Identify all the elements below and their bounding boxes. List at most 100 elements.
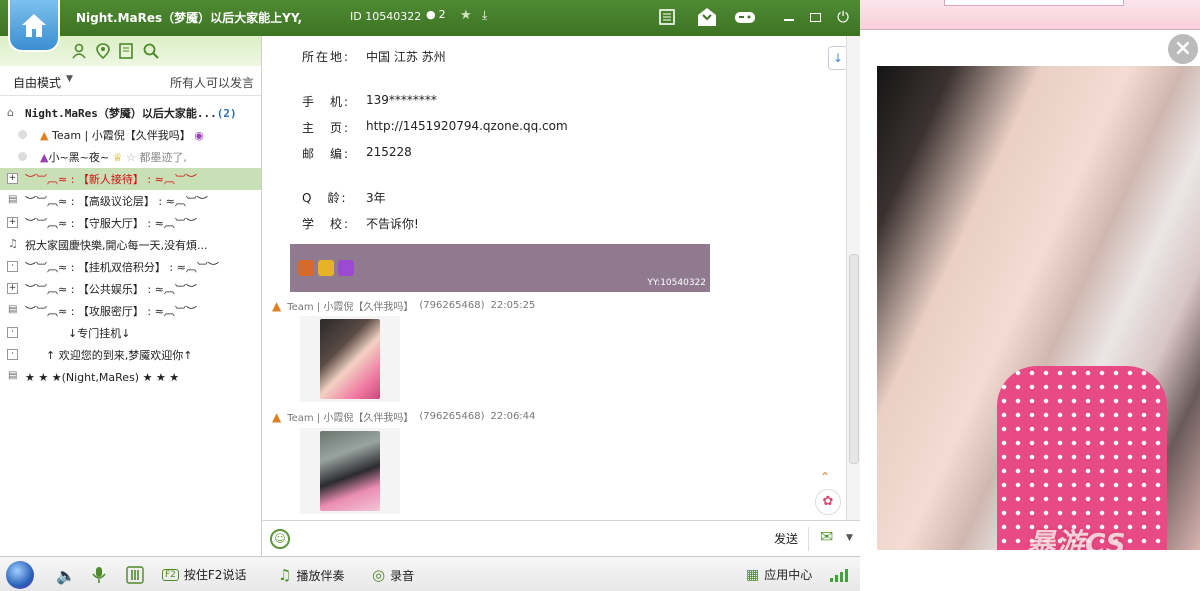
tree-user[interactable]: ▲小~黑~夜~ ♕ ☆ 都墨迹了, [0, 146, 262, 168]
channel-title: Night.MaRes（梦魇）以后大家能上YY, [76, 11, 303, 25]
profile-zip: 邮 编: 215228 [302, 145, 412, 161]
game-button[interactable] [734, 6, 756, 28]
signal-strength-icon [830, 569, 848, 582]
close-icon: × [1173, 36, 1193, 61]
music-note-icon: ♫ [8, 237, 18, 250]
profile-card: 所在地: 中国 江苏 苏州 手 机: 139******** 主 页: http://… [290, 36, 710, 292]
channel-id: ID 10540322 [350, 10, 422, 23]
title-bar: Night.MaRes（梦魇）以后大家能上YY, ID 10540322 ● 2… [0, 0, 860, 52]
crown-icon: ♕ [112, 151, 123, 164]
expand-icon[interactable]: · [7, 261, 18, 272]
yy-logo-button[interactable] [6, 561, 34, 589]
power-icon: ⏻ [837, 8, 849, 26]
tree-root[interactable]: ⌂ Night.MaRes（梦魇）以后大家能...(2) [0, 102, 262, 124]
search-button[interactable] [142, 42, 160, 60]
microphone-icon [92, 567, 106, 583]
chevron-down-icon[interactable]: ▼ [846, 533, 853, 543]
chat-history[interactable]: 所在地: 中国 江苏 苏州 手 机: 139******** 主 页: http://… [262, 36, 846, 520]
expand-icon[interactable]: + [7, 217, 18, 228]
yy-button[interactable] [696, 6, 718, 28]
expand-icon[interactable]: + [7, 283, 18, 294]
play-music-button[interactable]: ♫ 播放伴奏 [278, 566, 344, 584]
star-icon: ★ [460, 8, 472, 23]
equalizer-icon [126, 566, 144, 584]
minimize-button[interactable] [778, 6, 800, 28]
flower-button[interactable]: ✿ [815, 489, 841, 515]
user-icon: ● [426, 8, 436, 21]
notes-button[interactable] [118, 42, 136, 60]
push-to-talk-button[interactable]: F2 按住F2说话 [162, 566, 246, 583]
scrollbar-thumb[interactable] [849, 254, 859, 464]
channel-name: ↓专门挂机↓ [68, 327, 131, 340]
lock-icon: ▤ [8, 194, 18, 205]
home-button[interactable] [8, 0, 60, 52]
photo-thumbnail[interactable] [320, 319, 380, 399]
message-image[interactable] [300, 316, 400, 402]
maximize-button[interactable] [804, 6, 826, 28]
app-center-button[interactable]: ▦ 应用中心 [746, 566, 812, 583]
record-icon: ◎ [372, 566, 386, 584]
members-button[interactable] [70, 42, 88, 60]
speaker-icon: 🔈 [56, 566, 76, 585]
chevron-down-icon[interactable]: ▼ [66, 74, 73, 84]
channel-name: 【高级议论层】 [77, 195, 155, 208]
expand-icon[interactable]: · [7, 327, 18, 338]
profile-location: 所在地: 中国 江苏 苏州 [302, 50, 446, 64]
tree-channel[interactable]: + ︶︺︹≈ : 【守服大厅】 : ≈︹︺︶ [0, 212, 262, 234]
chat-bubble-icon[interactable]: ✉ [820, 527, 833, 546]
download-icon: ⤓ [482, 8, 488, 22]
homepage-link[interactable]: http://1451920794.qzone.qq.com [366, 119, 568, 136]
channel-tree: ⌂ Night.MaRes（梦魇）以后大家能...(2) ▲ Team | 小霞… [0, 102, 262, 388]
equalizer-button[interactable] [126, 566, 144, 584]
tree-channel[interactable]: · ↑ 欢迎您的到来,梦魇欢迎你↑ [0, 344, 262, 366]
tree-channel[interactable]: ▤ ★ ★ ★(Night,MaRes) ★ ★ ★ [0, 366, 262, 388]
mode-select[interactable]: 自由模式 [13, 74, 61, 91]
tree-channel[interactable]: ♫ 祝大家國慶快樂,開心每一天,没有煩... [0, 234, 262, 256]
site-watermark: 暴游CS [1027, 527, 1127, 550]
close-app-button[interactable]: ⏻ [832, 6, 854, 28]
record-button[interactable]: ◎ 录音 [372, 566, 414, 584]
viewer-address-field[interactable] [944, 0, 1124, 6]
channel-name: 【公共娱乐】 [77, 283, 144, 296]
message-sender[interactable]: Team | 小霞倪【久伴我吗】 [287, 298, 413, 313]
viewer-close-button[interactable]: × [1168, 34, 1198, 64]
badge-icon [318, 260, 334, 276]
message-image[interactable] [300, 428, 400, 514]
expand-icon[interactable]: + [7, 173, 18, 184]
location-button[interactable] [94, 42, 112, 60]
enlarged-photo[interactable]: 暴游CS [877, 66, 1200, 550]
tree-channel[interactable]: · ↓专门挂机↓ [0, 322, 262, 344]
message-input[interactable] [302, 525, 762, 553]
channel-name: 祝大家國慶快樂,開心每一天,没有煩... [25, 239, 208, 252]
chat-scrollbar[interactable] [846, 36, 860, 520]
members-icon [72, 43, 86, 59]
scroll-bottom-button[interactable]: ↓ [828, 46, 848, 70]
send-button[interactable]: 发送 [774, 530, 798, 547]
tree-channel[interactable]: ▤ ︶︺︹≈ : 【高级议论层】 : ≈︹︺︶ [0, 190, 262, 212]
yy-icon [698, 8, 716, 26]
emoji-button[interactable]: ☺ [270, 529, 290, 549]
speaker-button[interactable]: 🔈 [56, 566, 76, 585]
profile-school: 学 校: 不告诉你! [302, 217, 419, 231]
channel-name: ★ ★ ★(Night,MaRes) ★ ★ ★ [25, 370, 180, 384]
channel-list-button[interactable] [656, 6, 678, 28]
photo-thumbnail[interactable] [320, 431, 380, 511]
root-channel-name: Night.MaRes（梦魇）以后大家能... [25, 107, 217, 120]
message-qq: (796265468) [419, 411, 485, 422]
list-icon [659, 9, 675, 25]
mic-button[interactable] [92, 566, 106, 584]
expand-icon[interactable]: · [7, 349, 18, 360]
favorite-star-button[interactable]: ★ [460, 8, 472, 23]
star-outline-icon: ☆ [126, 151, 136, 164]
tree-channel[interactable]: + ︶︺︹≈ : 【公共娱乐】 : ≈︹︺︶ [0, 278, 262, 300]
card-yy-id: YY:10540322 [647, 278, 706, 288]
message-sender[interactable]: Team | 小霞倪【久伴我吗】 [287, 409, 413, 424]
tree-user[interactable]: ▲ Team | 小霞倪【久伴我吗】 ◉ [0, 124, 262, 146]
tree-channel[interactable]: + ︶︺︹≈ : 【新人接待】 : ≈︹︺︶ [0, 168, 262, 190]
tree-channel[interactable]: · ︶︺︹≈ : 【挂机双倍积分】 : ≈︹︺︶ [0, 256, 262, 278]
chevron-up-icon[interactable]: ⌃ [820, 470, 830, 484]
download-button[interactable]: ⤓ [482, 8, 487, 23]
tree-channel[interactable]: ▤ ︶︺︹≈ : 【攻服密厅】 : ≈︹︺︶ [0, 300, 262, 322]
minimize-icon [784, 19, 794, 21]
message-input-bar: ☺ 发送 ✉ ▼ [262, 520, 860, 556]
